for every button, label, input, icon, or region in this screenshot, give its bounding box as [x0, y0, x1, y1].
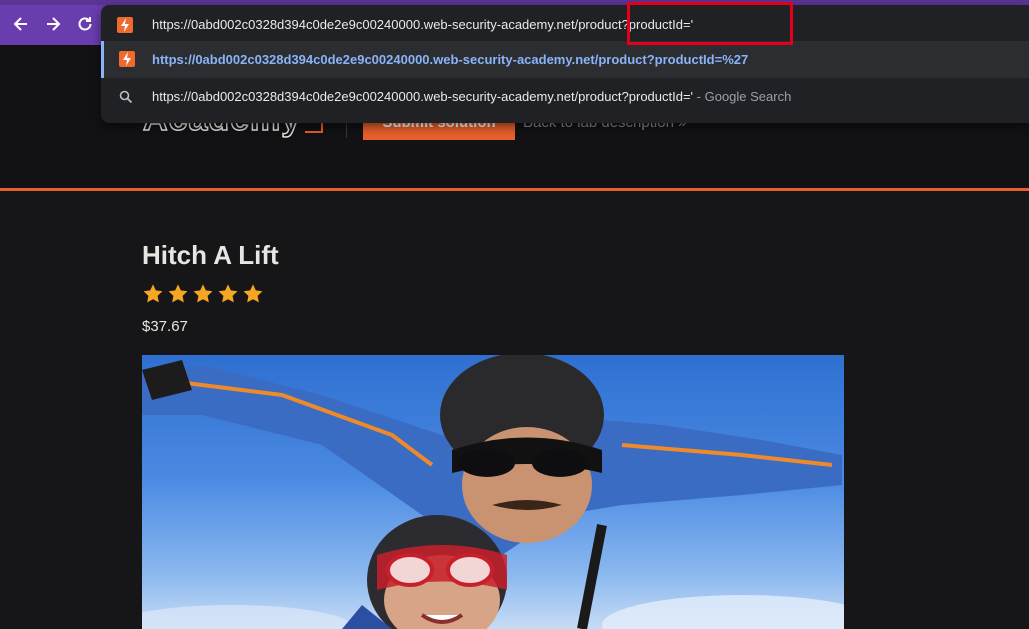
highlight-annotation: [627, 2, 793, 45]
suggestion-search[interactable]: https://0abd002c0328d394c0de2e9c00240000…: [101, 78, 1029, 115]
star-icon: [193, 284, 213, 303]
star-icon: [168, 284, 188, 303]
browser-window: Academy Submit solution Back to lab desc…: [0, 0, 1029, 629]
suggestion-search-text: https://0abd002c0328d394c0de2e9c00240000…: [152, 89, 791, 104]
burp-favicon-icon: [119, 51, 135, 67]
omnibox-dropdown: https://0abd002c0328d394c0de2e9c00240000…: [101, 5, 1029, 123]
star-icon: [243, 284, 263, 303]
rating-stars: [142, 283, 264, 309]
suggestion-url[interactable]: https://0abd002c0328d394c0de2e9c00240000…: [101, 41, 1029, 78]
reload-icon[interactable]: [75, 14, 95, 34]
omnibox-url-text: https://0abd002c0328d394c0de2e9c00240000…: [152, 17, 693, 32]
burp-favicon-icon: [117, 17, 133, 33]
omnibox-input[interactable]: https://0abd002c0328d394c0de2e9c00240000…: [101, 5, 1029, 43]
search-icon: [119, 90, 133, 104]
suggestion-url-text: https://0abd002c0328d394c0de2e9c00240000…: [152, 52, 749, 67]
arrow-right-icon[interactable]: [43, 14, 63, 34]
product-price: $37.67: [142, 318, 188, 335]
star-icon: [218, 284, 238, 303]
product-title: Hitch A Lift: [142, 240, 279, 270]
url-origin: https://0abd002c0328d394c0de2e9c00240000…: [152, 17, 575, 32]
product-image: [142, 355, 844, 629]
search-query: https://0abd002c0328d394c0de2e9c00240000…: [152, 89, 694, 104]
arrow-left-icon[interactable]: [11, 14, 31, 34]
star-icon: [143, 284, 163, 303]
header-rule: [0, 188, 1029, 191]
search-engine-suffix: - Google Search: [693, 89, 792, 104]
